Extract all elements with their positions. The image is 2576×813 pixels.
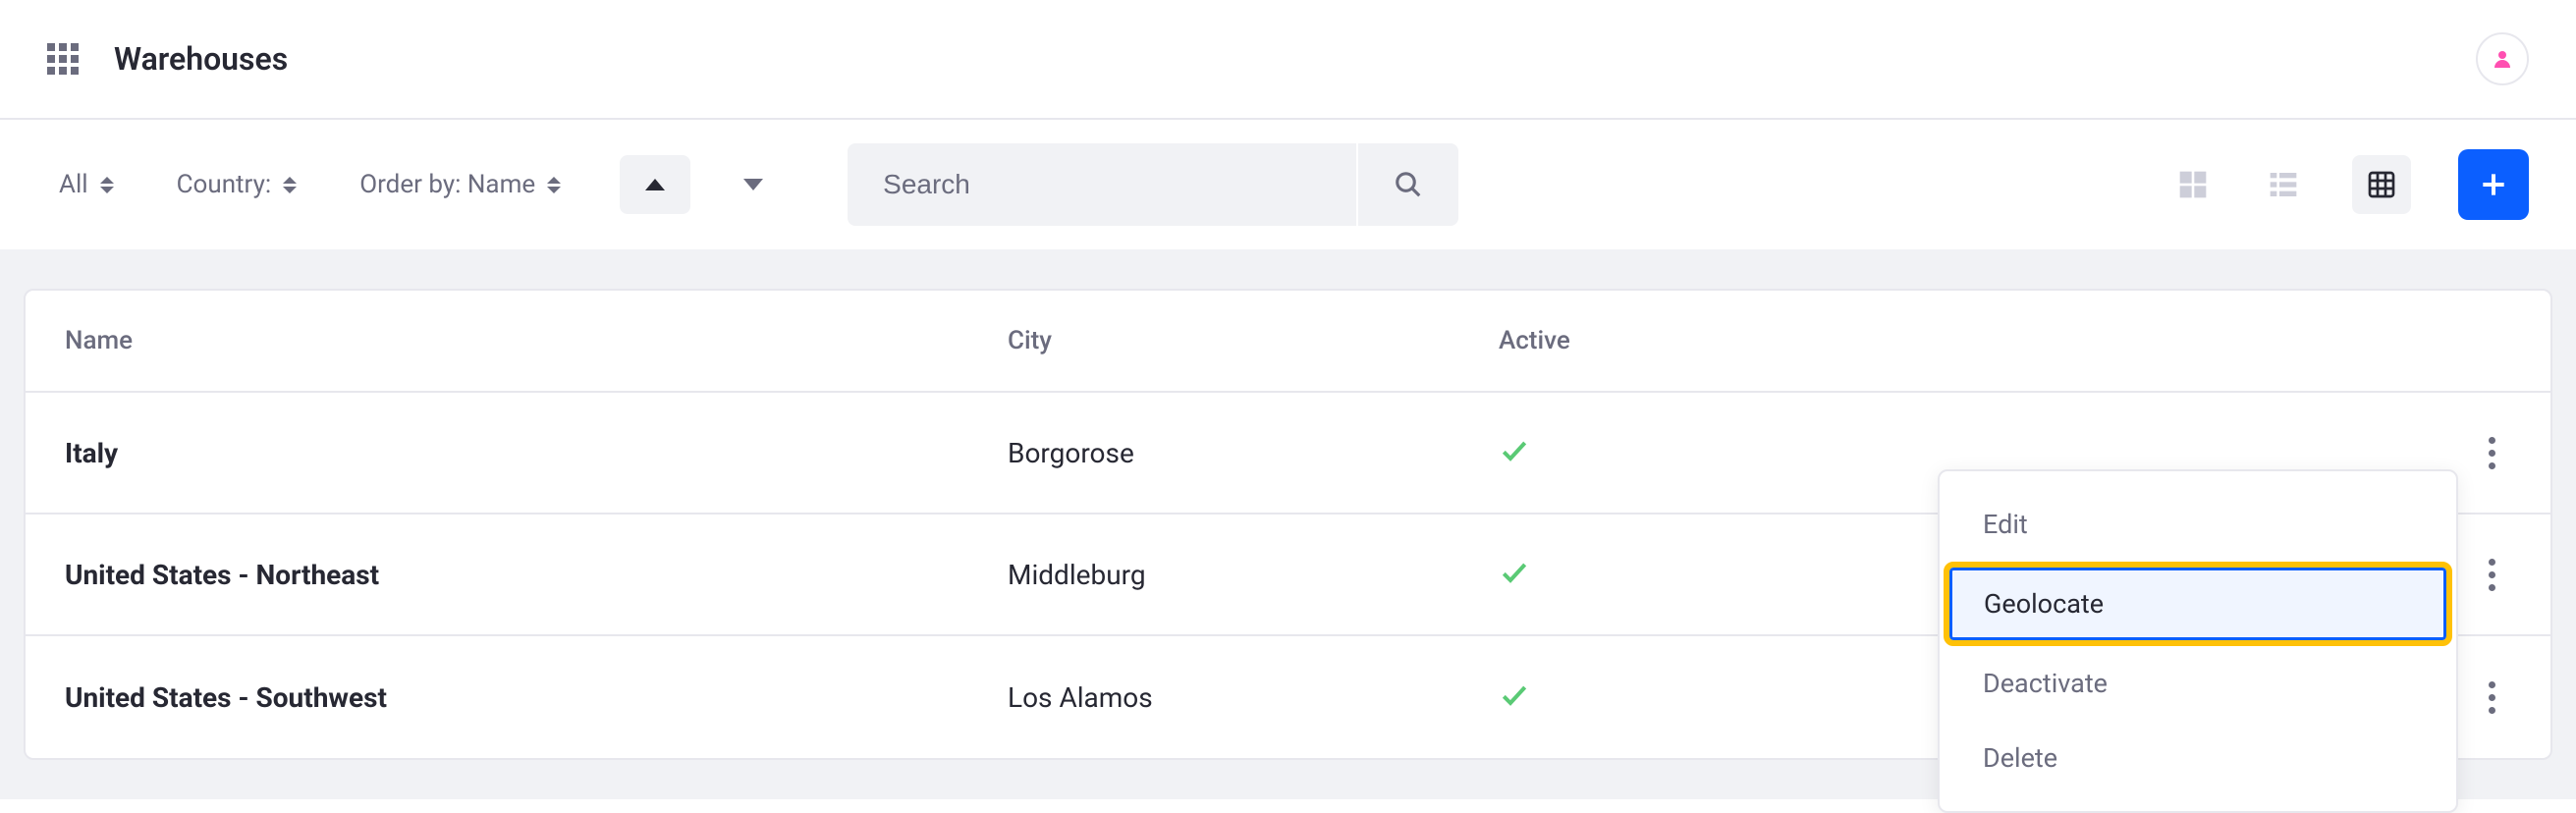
table-header: Name City Active [26, 291, 2550, 393]
sort-caret-icon [547, 177, 561, 193]
add-button[interactable] [2458, 149, 2529, 220]
check-icon [1499, 435, 1530, 466]
warehouses-table: Name City Active Italy Borgorose United … [24, 289, 2552, 760]
app-header: Warehouses [0, 0, 2576, 120]
cards-icon [2177, 169, 2209, 200]
cell-name: United States - Northeast [65, 559, 1008, 591]
view-cards-button[interactable] [2171, 163, 2215, 206]
sort-caret-icon [100, 177, 114, 193]
menu-delete[interactable]: Delete [1940, 721, 2456, 795]
triangle-up-icon [645, 179, 665, 190]
toolbar: All Country: Order by: Name [0, 120, 2576, 249]
sort-asc-button[interactable] [620, 155, 690, 214]
cell-name: Italy [65, 437, 1008, 469]
search-icon [1394, 170, 1423, 199]
page-title: Warehouses [114, 40, 288, 78]
menu-geolocate[interactable]: Geolocate [1949, 568, 2446, 640]
user-avatar[interactable] [2476, 32, 2529, 85]
sort-caret-icon [283, 177, 297, 193]
sort-desc-button[interactable] [718, 155, 789, 214]
view-switcher [2171, 155, 2411, 214]
cell-active [1499, 435, 2393, 470]
list-icon [2268, 169, 2299, 200]
filter-all-label: All [59, 170, 88, 199]
filter-country[interactable]: Country: [145, 155, 329, 214]
search-wrap [848, 143, 1458, 226]
search-input[interactable] [848, 143, 1356, 226]
triangle-down-icon [743, 179, 763, 190]
view-table-button[interactable] [2352, 155, 2411, 214]
content-area: Name City Active Italy Borgorose United … [0, 249, 2576, 799]
col-city: City [1008, 326, 1499, 355]
table-icon [2366, 169, 2397, 200]
table-row[interactable]: United States - Northeast Middleburg Edi… [26, 515, 2550, 636]
user-icon [2491, 47, 2514, 71]
cell-name: United States - Southwest [65, 681, 1008, 714]
row-actions-button[interactable] [2473, 666, 2511, 730]
col-active: Active [1499, 326, 2393, 355]
cell-city: Borgorose [1008, 437, 1499, 469]
menu-edit[interactable]: Edit [1940, 487, 2456, 562]
col-name: Name [65, 326, 1008, 355]
row-actions-menu: Edit Geolocate Deactivate Delete [1938, 469, 2458, 813]
filter-order-by-label: Order by: Name [359, 170, 535, 199]
filter-country-label: Country: [177, 170, 272, 199]
row-actions-button[interactable] [2473, 421, 2511, 485]
search-button[interactable] [1356, 143, 1458, 226]
filter-order-by[interactable]: Order by: Name [328, 155, 592, 214]
view-list-button[interactable] [2262, 163, 2305, 206]
cell-city: Middleburg [1008, 559, 1499, 591]
menu-deactivate[interactable]: Deactivate [1940, 646, 2456, 721]
filter-all[interactable]: All [47, 155, 145, 214]
cell-city: Los Alamos [1008, 681, 1499, 714]
check-icon [1499, 557, 1530, 588]
apps-icon[interactable] [47, 43, 79, 75]
plus-icon [2478, 169, 2509, 200]
row-actions-button[interactable] [2473, 543, 2511, 607]
check-icon [1499, 679, 1530, 711]
